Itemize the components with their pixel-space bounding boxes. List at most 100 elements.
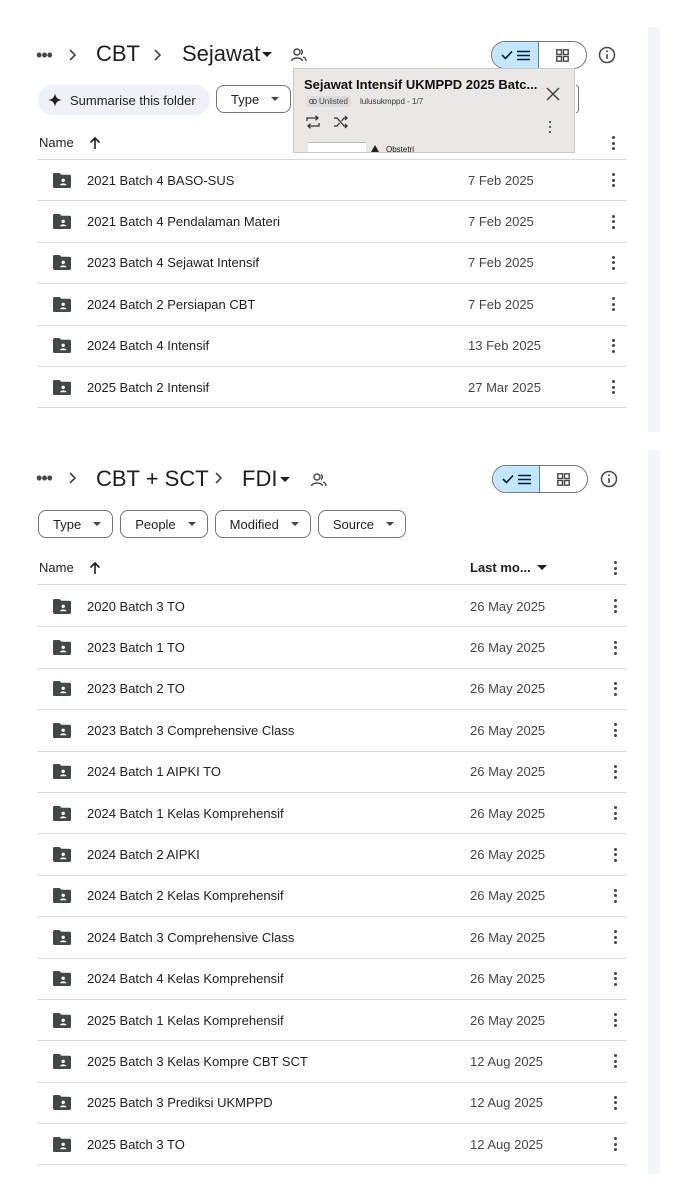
folder-name[interactable]: 2024 Batch 4 Intensif <box>87 338 209 353</box>
more-vert-icon[interactable] <box>611 136 615 150</box>
more-vert-icon[interactable] <box>613 599 617 614</box>
more-vert-icon[interactable] <box>611 297 615 312</box>
folder-name[interactable]: 2023 Batch 2 TO <box>87 681 185 696</box>
folder-row[interactable]: 2023 Batch 3 Comprehensive Class 26 May 2… <box>38 710 626 752</box>
folder-row[interactable]: 2024 Batch 1 Kelas Komprehensif 26 May 20… <box>38 793 626 835</box>
folder-row[interactable]: 2024 Batch 4 Kelas Komprehensif 26 May 20… <box>38 959 626 1000</box>
folder-name[interactable]: 2025 Batch 1 Kelas Komprehensif <box>87 1013 284 1028</box>
filter-type-chip[interactable]: Type <box>38 510 114 538</box>
info-icon[interactable] <box>599 469 619 489</box>
folder-row[interactable]: 2024 Batch 1 AIPKI TO 26 May 2025 <box>38 752 626 793</box>
more-vert-icon[interactable] <box>611 214 615 229</box>
filter-type-chip[interactable]: Type <box>216 85 292 113</box>
more-vert-icon[interactable] <box>613 1137 617 1152</box>
more-vert-icon[interactable] <box>613 640 617 655</box>
folder-name[interactable]: 2021 Batch 4 Pendalaman Materi <box>87 214 280 229</box>
folder-name[interactable]: 2023 Batch 3 Comprehensive Class <box>87 723 294 738</box>
grid-view-button[interactable] <box>539 42 586 68</box>
folder-row[interactable]: 2021 Batch 4 BASO-SUS 7 Feb 2025 <box>38 160 626 202</box>
folder-name[interactable]: 2024 Batch 2 Kelas Komprehensif <box>87 888 284 903</box>
folder-row[interactable]: 2020 Batch 3 TO 26 May 2025 <box>38 586 626 628</box>
dropdown-caret-icon[interactable] <box>280 477 290 482</box>
summarise-folder-button[interactable]: Summarise this folder <box>38 85 210 115</box>
folder-row[interactable]: 2024 Batch 2 Persiapan CBT 7 Feb 2025 <box>38 284 626 326</box>
chevron-right-icon <box>154 49 162 61</box>
more-vert-icon[interactable] <box>613 723 617 738</box>
filter-source-chip[interactable]: Source <box>317 510 407 538</box>
arrow-up-icon[interactable] <box>88 561 102 575</box>
filter-people-chip[interactable]: People <box>120 510 208 538</box>
more-vert-icon[interactable] <box>613 561 617 575</box>
folder-name[interactable]: 2025 Batch 3 Kelas Kompre CBT SCT <box>87 1054 308 1069</box>
more-vert-icon[interactable] <box>613 764 617 779</box>
list-view-button[interactable] <box>492 42 540 68</box>
more-vert-icon[interactable] <box>613 806 617 821</box>
folder-name[interactable]: 2024 Batch 2 Persiapan CBT <box>87 297 255 312</box>
folder-name[interactable]: 2024 Batch 1 Kelas Komprehensif <box>87 806 284 821</box>
more-vert-icon[interactable] <box>611 338 615 353</box>
folder-name[interactable]: 2025 Batch 2 Intensif <box>87 380 209 395</box>
folder-name[interactable]: 2025 Batch 3 Prediksi UKMPPD <box>87 1095 273 1110</box>
name-column-header[interactable]: Name <box>39 135 74 150</box>
folder-name[interactable]: 2024 Batch 4 Kelas Komprehensif <box>87 971 284 986</box>
folder-name[interactable]: 2023 Batch 1 TO <box>87 640 185 655</box>
more-vert-icon[interactable] <box>613 888 617 903</box>
file-list: 2021 Batch 4 BASO-SUS 7 Feb 2025 2021 Batc… <box>38 160 626 409</box>
folder-name[interactable]: 2024 Batch 1 AIPKI TO <box>87 764 221 779</box>
arrow-up-icon[interactable] <box>88 136 102 150</box>
folder-row[interactable]: 2024 Batch 2 Kelas Komprehensif 26 May 20… <box>38 876 626 918</box>
folder-name[interactable]: 2024 Batch 3 Comprehensive Class <box>87 930 294 945</box>
folder-row[interactable]: 2025 Batch 3 Prediksi UKMPPD 12 Aug 2025 <box>38 1083 626 1125</box>
folder-row[interactable]: 2023 Batch 4 Sejawat Intensif 7 Feb 2025 <box>38 243 626 285</box>
grid-view-button[interactable] <box>540 466 587 492</box>
playlist-item-icon <box>371 145 379 152</box>
folder-row[interactable]: 2025 Batch 1 Kelas Komprehensif 26 May 20… <box>38 1000 626 1042</box>
folder-name[interactable]: 2021 Batch 4 BASO-SUS <box>87 173 234 188</box>
more-vert-icon[interactable] <box>613 1095 617 1110</box>
folder-row[interactable]: 2025 Batch 3 TO 12 Aug 2025 <box>38 1124 626 1166</box>
more-vert-icon[interactable] <box>549 121 553 133</box>
last-modified-column-header[interactable]: Last mo... <box>470 560 547 575</box>
list-view-button[interactable] <box>493 466 541 492</box>
more-vert-icon[interactable] <box>613 681 617 696</box>
video-title[interactable]: Sejawat Intensif UKMPPD 2025 Batc... <box>304 77 540 92</box>
breadcrumb-item[interactable]: CBT + SCT <box>96 466 209 492</box>
more-vert-icon[interactable] <box>613 847 617 862</box>
more-vert-icon[interactable] <box>611 380 615 395</box>
folder-row[interactable]: 2024 Batch 4 Intensif 13 Feb 2025 <box>38 326 626 367</box>
more-vert-icon[interactable] <box>613 971 617 986</box>
more-horiz-icon[interactable]: ••• <box>32 468 56 488</box>
shuffle-icon[interactable] <box>333 115 349 129</box>
filter-modified-chip[interactable]: Modified <box>214 510 311 538</box>
more-vert-icon[interactable] <box>611 255 615 270</box>
folder-row[interactable]: 2023 Batch 2 TO 26 May 2025 <box>38 669 626 711</box>
more-vert-icon[interactable] <box>613 1054 617 1069</box>
folder-row[interactable]: 2024 Batch 2 AIPKI 26 May 2025 <box>38 834 626 876</box>
chip-label: People <box>135 516 176 532</box>
folder-name[interactable]: 2020 Batch 3 TO <box>87 599 185 614</box>
name-column-header[interactable]: Name <box>39 560 74 575</box>
close-icon[interactable] <box>546 87 560 101</box>
video-mini-player[interactable]: Sejawat Intensif UKMPPD 2025 Batc... Unl… <box>293 68 575 153</box>
folder-row[interactable]: 2023 Batch 1 TO 26 May 2025 <box>38 627 626 669</box>
breadcrumb-current[interactable]: FDI <box>242 466 277 492</box>
folder-name[interactable]: 2025 Batch 3 TO <box>87 1137 185 1152</box>
repeat-icon[interactable] <box>305 115 321 129</box>
link-icon <box>309 99 317 104</box>
folder-row[interactable]: 2025 Batch 2 Intensif 27 Mar 2025 <box>38 367 626 409</box>
breadcrumb-current[interactable]: Sejawat <box>182 41 260 67</box>
folder-row[interactable]: 2024 Batch 3 Comprehensive Class 26 May 2… <box>38 917 626 959</box>
more-horiz-icon[interactable]: ••• <box>32 45 56 65</box>
more-vert-icon[interactable] <box>613 930 617 945</box>
folder-name[interactable]: 2024 Batch 2 AIPKI <box>87 847 200 862</box>
dropdown-caret-icon[interactable] <box>262 52 272 57</box>
breadcrumb-item[interactable]: CBT <box>96 41 140 67</box>
info-icon[interactable] <box>597 45 617 65</box>
folder-row[interactable]: 2021 Batch 4 Pendalaman Materi 7 Feb 2025 <box>38 201 626 243</box>
folder-name[interactable]: 2023 Batch 4 Sejawat Intensif <box>87 255 259 270</box>
last-modified-date: 26 May 2025 <box>470 681 546 697</box>
playlist-item-title[interactable]: Obstetri <box>386 145 414 152</box>
more-vert-icon[interactable] <box>611 173 615 188</box>
folder-row[interactable]: 2025 Batch 3 Kelas Kompre CBT SCT 12 Aug … <box>38 1041 626 1083</box>
more-vert-icon[interactable] <box>613 1013 617 1028</box>
